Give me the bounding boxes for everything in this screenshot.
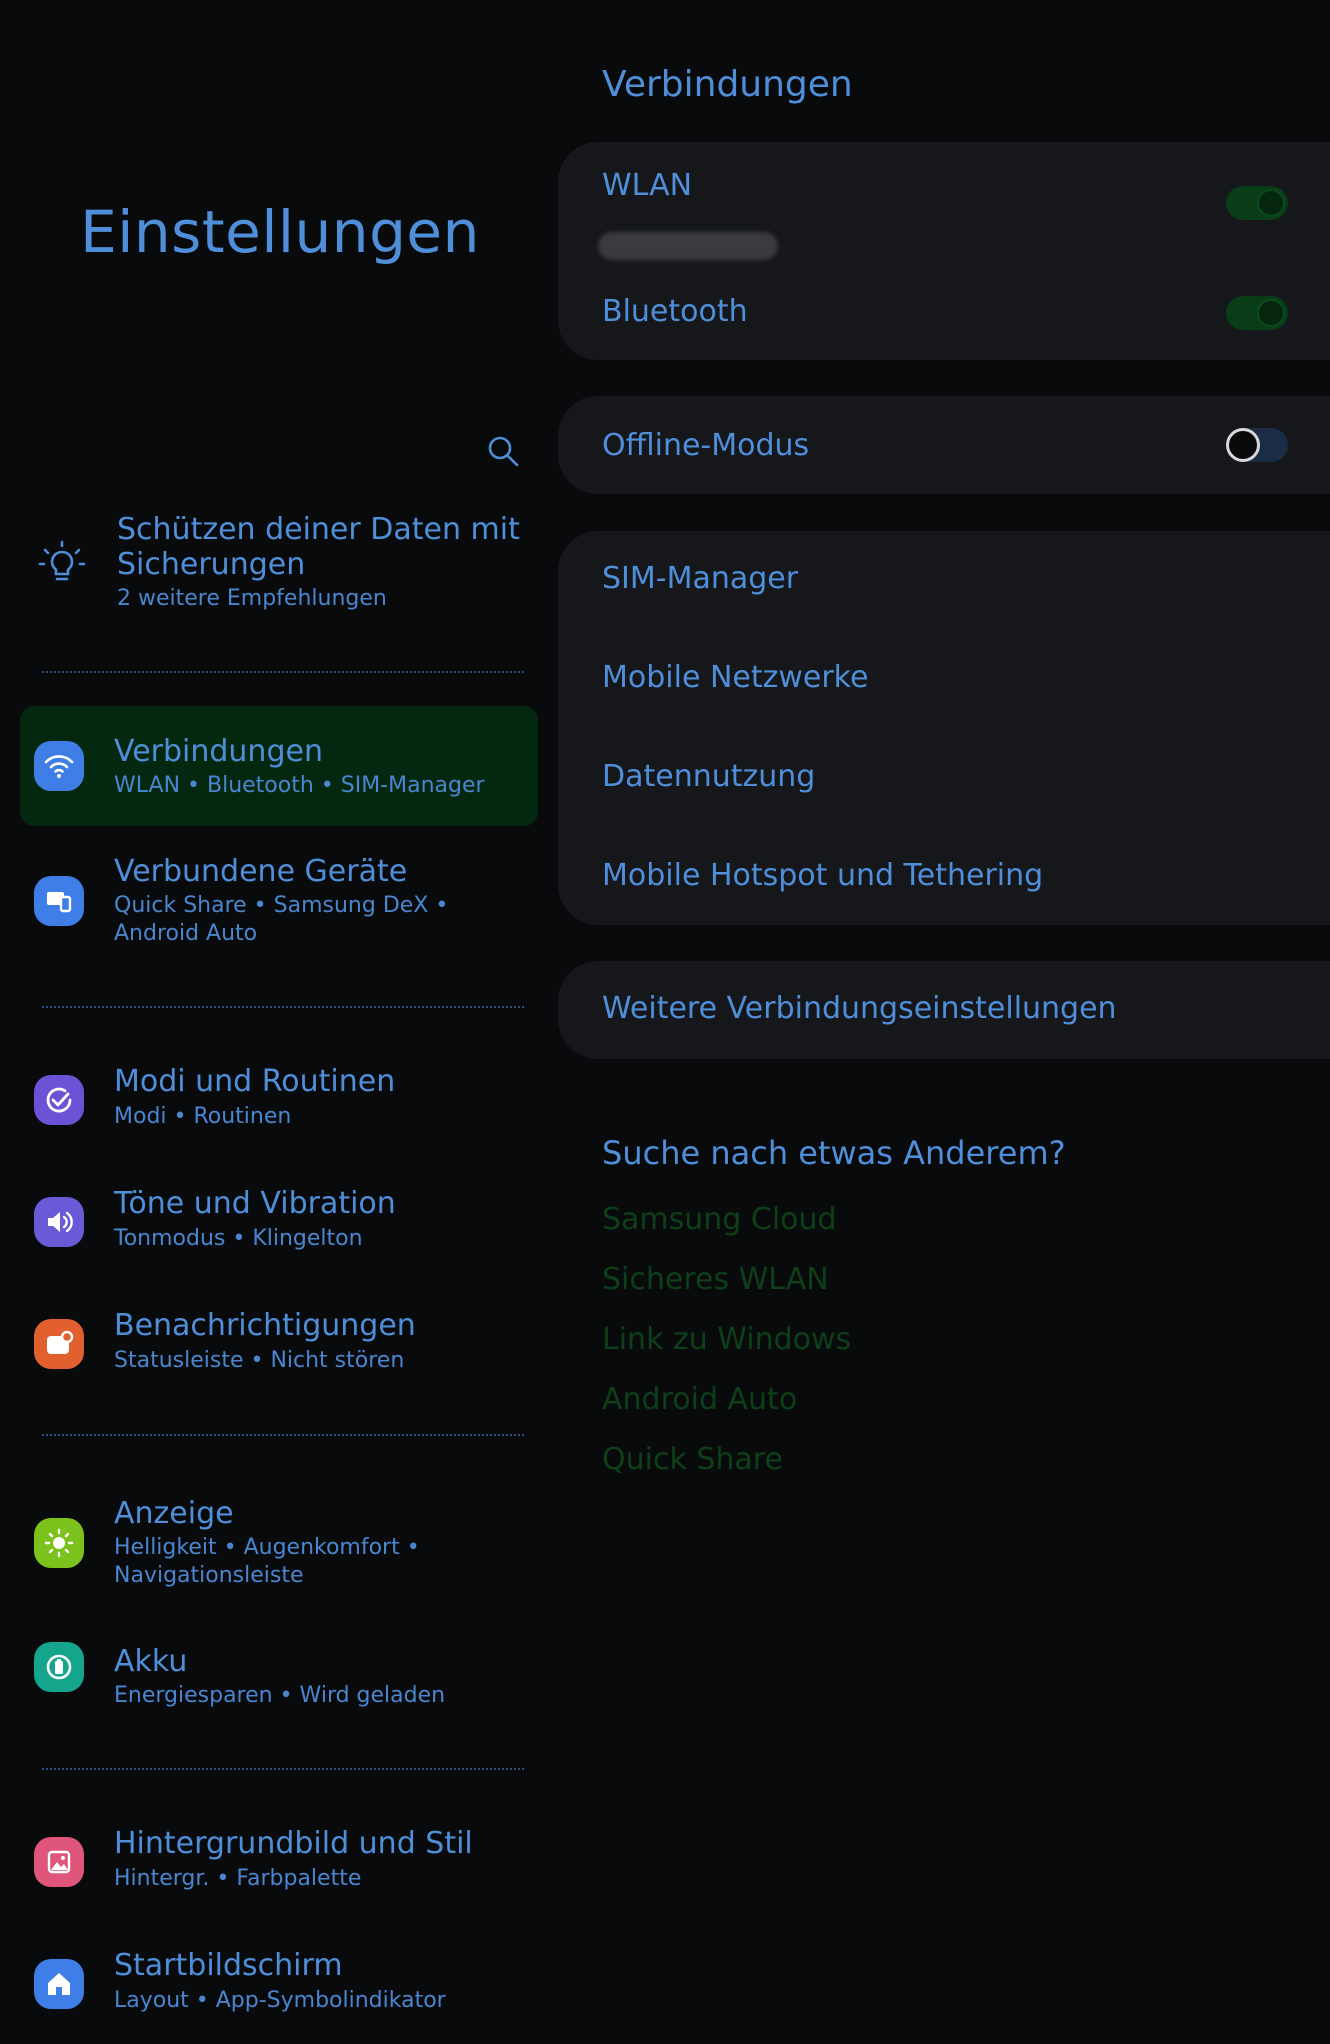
suggestion-subtitle: 2 weitere Empfehlungen [117,586,387,611]
menu-item-subtitle: Tonmodus • Klingelton [114,1226,363,1251]
wlan-network-name-redacted [598,232,778,260]
menu-item-akku[interactable]: Akku Energiesparen • Wird geladen [20,1610,538,1730]
wlan-toggle[interactable] [1226,186,1288,220]
divider [42,671,524,673]
search-icon [488,436,519,467]
menu-item-subtitle: Modi • Routinen [114,1104,292,1129]
menu-item-verbundene-geraete[interactable]: Verbundene Geräte Quick Share • Samsung … [20,838,538,958]
toggle-knob [1257,189,1285,217]
link-zu-windows[interactable]: Link zu Windows [602,1322,851,1357]
offline-card: Offline-Modus [558,396,1330,494]
notification-icon [34,1319,84,1369]
link-quick-share[interactable]: Quick Share [602,1442,783,1477]
menu-item-title: Modi und Routinen [114,1064,396,1099]
divider [42,1006,524,1008]
sim-manager-item[interactable]: SIM-Manager [602,561,798,596]
menu-item-startbildschirm[interactable]: Startbildschirm Layout • App-Symbolindik… [20,1924,538,2044]
offline-mode-toggle[interactable] [1226,428,1288,462]
network-settings-card: SIM-Manager Mobile Netzwerke Datennutzun… [558,531,1330,925]
offline-mode-label[interactable]: Offline-Modus [602,428,809,463]
search-button[interactable] [482,430,524,472]
speaker-icon [34,1197,84,1247]
sun-icon [34,1518,84,1568]
page-title: Einstellungen [80,198,480,266]
link-sicheres-wlan[interactable]: Sicheres WLAN [602,1262,829,1297]
divider [42,1768,524,1770]
menu-item-hintergrundbild-und-stil[interactable]: Hintergrundbild und Stil Hintergr. • Far… [20,1802,538,1922]
hotspot-tethering-item[interactable]: Mobile Hotspot und Tethering [602,858,1043,893]
wlan-label[interactable]: WLAN [602,168,692,203]
menu-item-modi-und-routinen[interactable]: Modi und Routinen Modi • Routinen [20,1040,538,1160]
wallpaper-icon [34,1837,84,1887]
wlan-bluetooth-card: WLAN Bluetooth [558,142,1330,360]
menu-item-title: Verbindungen [114,734,323,769]
menu-item-subtitle: Statusleiste • Nicht stören [114,1348,405,1373]
menu-item-toene-und-vibration[interactable]: Töne und Vibration Tonmodus • Klingelton [20,1162,538,1282]
more-connection-settings-item[interactable]: Weitere Verbindungseinstellungen [602,991,1117,1026]
divider [42,1434,524,1436]
link-samsung-cloud[interactable]: Samsung Cloud [602,1202,837,1237]
mobile-networks-item[interactable]: Mobile Netzwerke [602,660,868,695]
menu-item-title: Akku [114,1644,188,1679]
menu-item-subtitle: WLAN • Bluetooth • SIM-Manager [114,773,485,798]
menu-item-title: Anzeige [114,1496,234,1531]
routine-check-icon [34,1075,84,1125]
menu-item-subtitle: Layout • App-Symbolindikator [114,1988,446,2013]
menu-item-title: Töne und Vibration [114,1186,396,1221]
connections-detail-pane: Verbindungen WLAN Bluetooth Offline-Modu… [558,0,1330,2000]
menu-item-subtitle: Energiesparen • Wird geladen [114,1683,446,1708]
data-usage-item[interactable]: Datennutzung [602,759,815,794]
suggestion-title: Schützen deiner Daten mit Sicherungen [117,512,520,582]
toggle-knob [1257,299,1285,327]
menu-item-subtitle: Hintergr. • Farbpalette [114,1866,362,1891]
menu-item-anzeige[interactable]: Anzeige Helligkeit • Augenkomfort • Navi… [20,1480,538,1600]
menu-item-title: Verbundene Geräte [114,854,408,889]
wifi-icon [34,741,84,791]
menu-item-title: Hintergrundbild und Stil [114,1826,473,1861]
settings-list-pane: Einstellungen Schützen deiner Daten mit … [0,0,550,2013]
home-icon [34,1959,84,2009]
menu-item-subtitle: Quick Share • Samsung DeX • Android Auto [114,893,449,946]
battery-icon [34,1642,84,1692]
lightbulb-icon [38,540,86,581]
menu-item-subtitle: Helligkeit • Augenkomfort • Navigationsl… [114,1535,420,1588]
section-title: Verbindungen [602,64,853,105]
devices-icon [34,876,84,926]
menu-item-benachrichtigungen[interactable]: Benachrichtigungen Statusleiste • Nicht … [20,1284,538,1404]
menu-item-title: Benachrichtigungen [114,1308,416,1343]
more-settings-card: Weitere Verbindungseinstellungen [558,961,1330,1059]
toggle-knob [1226,428,1260,462]
bluetooth-toggle[interactable] [1226,296,1288,330]
menu-item-title: Startbildschirm [114,1948,343,1983]
looking-for-title: Suche nach etwas Anderem? [602,1134,1066,1172]
link-android-auto[interactable]: Android Auto [602,1382,797,1417]
bluetooth-label[interactable]: Bluetooth [602,294,748,329]
menu-item-verbindungen[interactable]: Verbindungen WLAN • Bluetooth • SIM-Mana… [20,706,538,826]
